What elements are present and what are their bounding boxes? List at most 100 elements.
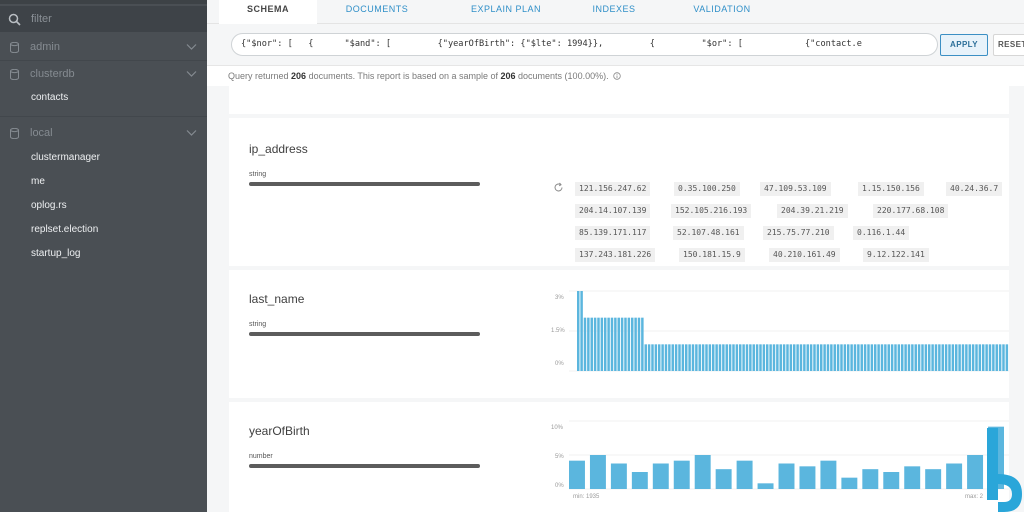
sidebar-collection-contacts[interactable]: contacts	[31, 90, 68, 106]
histogram-bar[interactable]	[816, 344, 820, 371]
histogram-bar[interactable]	[631, 317, 634, 371]
histogram-bar[interactable]	[883, 472, 900, 489]
histogram-bar[interactable]	[637, 317, 641, 371]
sidebar-collection-oplog[interactable]: oplog.rs	[31, 198, 67, 214]
histogram-bar[interactable]	[978, 344, 982, 371]
histogram-bar[interactable]	[862, 469, 879, 489]
histogram-bar[interactable]	[698, 344, 701, 371]
type-distribution-bar[interactable]	[249, 182, 480, 186]
histogram-bar[interactable]	[725, 344, 728, 371]
histogram-bar[interactable]	[967, 455, 984, 489]
histogram-bar[interactable]	[995, 344, 998, 371]
histogram-bar[interactable]	[884, 344, 887, 371]
histogram-bar[interactable]	[992, 344, 995, 371]
histogram-bar[interactable]	[951, 344, 955, 371]
histogram-bar[interactable]	[728, 344, 732, 371]
histogram-bar[interactable]	[610, 317, 614, 371]
histogram-bar[interactable]	[647, 344, 651, 371]
histogram-bar[interactable]	[965, 344, 968, 371]
histogram-bar[interactable]	[620, 317, 624, 371]
histogram-bar[interactable]	[941, 344, 944, 371]
histogram-bar[interactable]	[705, 344, 708, 371]
histogram-bar[interactable]	[971, 344, 975, 371]
histogram-bar[interactable]	[708, 344, 712, 371]
histogram-bar[interactable]	[654, 344, 658, 371]
info-icon[interactable]	[613, 72, 621, 80]
sidebar-db-admin[interactable]: admin	[0, 36, 207, 58]
histogram-bar[interactable]	[799, 344, 803, 371]
histogram-bar[interactable]	[779, 344, 782, 371]
histogram-bar[interactable]	[694, 455, 711, 489]
histogram-bar[interactable]	[627, 317, 631, 371]
histogram-bar[interactable]	[782, 344, 786, 371]
sidebar-collection-replset-election[interactable]: replset.election	[31, 222, 98, 238]
histogram-bar[interactable]	[685, 344, 688, 371]
histogram-bar[interactable]	[901, 344, 904, 371]
histogram-bar[interactable]	[820, 344, 823, 371]
histogram-bar[interactable]	[712, 344, 715, 371]
histogram-bar[interactable]	[617, 317, 620, 371]
histogram-bar[interactable]	[988, 344, 992, 371]
histogram-bar[interactable]	[985, 344, 988, 371]
histogram-bar[interactable]	[917, 344, 921, 371]
histogram-bar[interactable]	[948, 344, 951, 371]
histogram-bar[interactable]	[778, 463, 795, 490]
histogram-bar[interactable]	[739, 344, 742, 371]
tab-schema[interactable]: SCHEMA	[219, 0, 317, 25]
histogram-bar[interactable]	[597, 317, 600, 371]
histogram-bar[interactable]	[925, 469, 942, 489]
histogram-bar[interactable]	[911, 344, 914, 371]
histogram-bar[interactable]	[863, 344, 867, 371]
histogram-bar[interactable]	[735, 344, 739, 371]
histogram-bar[interactable]	[674, 344, 678, 371]
histogram-bar[interactable]	[904, 466, 921, 489]
histogram-bar[interactable]	[867, 344, 870, 371]
histogram-bar[interactable]	[759, 344, 762, 371]
sidebar-db-local[interactable]: local	[0, 122, 207, 144]
histogram-bar[interactable]	[614, 317, 617, 371]
histogram-bar[interactable]	[1002, 344, 1005, 371]
histogram-bar[interactable]	[850, 344, 853, 371]
sidebar-collection-me[interactable]: me	[31, 174, 45, 190]
histogram-bar[interactable]	[641, 317, 644, 371]
last-name-histogram[interactable]	[569, 290, 1009, 372]
histogram-bar[interactable]	[934, 344, 938, 371]
histogram-bar[interactable]	[671, 344, 674, 371]
histogram-bar[interactable]	[624, 317, 627, 371]
histogram-bar[interactable]	[1005, 344, 1009, 371]
histogram-bar[interactable]	[803, 344, 806, 371]
histogram-bar[interactable]	[757, 483, 774, 489]
histogram-bar[interactable]	[921, 344, 924, 371]
histogram-bar[interactable]	[968, 344, 971, 371]
histogram-bar[interactable]	[762, 344, 766, 371]
histogram-bar[interactable]	[695, 344, 698, 371]
histogram-bar[interactable]	[857, 344, 860, 371]
histogram-bar[interactable]	[938, 344, 941, 371]
histogram-bar[interactable]	[874, 344, 877, 371]
histogram-bar[interactable]	[833, 344, 836, 371]
histogram-bar[interactable]	[982, 344, 985, 371]
histogram-bar[interactable]	[928, 344, 931, 371]
histogram-bar[interactable]	[799, 466, 816, 489]
histogram-bar[interactable]	[830, 344, 833, 371]
histogram-bar[interactable]	[644, 344, 647, 371]
histogram-bar[interactable]	[681, 344, 685, 371]
histogram-bar[interactable]	[577, 291, 580, 371]
refresh-icon[interactable]	[553, 182, 564, 193]
histogram-bar[interactable]	[661, 344, 664, 371]
histogram-bar[interactable]	[701, 344, 705, 371]
histogram-bar[interactable]	[691, 344, 695, 371]
histogram-bar[interactable]	[841, 477, 858, 489]
tab-explain-plan[interactable]: EXPLAIN PLAN	[451, 0, 561, 24]
sidebar-db-clusterdb[interactable]: clusterdb	[0, 63, 207, 85]
histogram-bar[interactable]	[975, 344, 978, 371]
histogram-bar[interactable]	[610, 463, 627, 490]
histogram-bar[interactable]	[752, 344, 755, 371]
histogram-bar[interactable]	[732, 344, 735, 371]
type-distribution-bar[interactable]	[249, 332, 480, 336]
histogram-bar[interactable]	[776, 344, 779, 371]
query-input[interactable]: {"$nor": [ { "$and": [ {"yearOfBirth": {…	[231, 33, 938, 56]
histogram-bar[interactable]	[853, 344, 857, 371]
histogram-bar[interactable]	[944, 344, 948, 371]
histogram-bar[interactable]	[789, 344, 793, 371]
